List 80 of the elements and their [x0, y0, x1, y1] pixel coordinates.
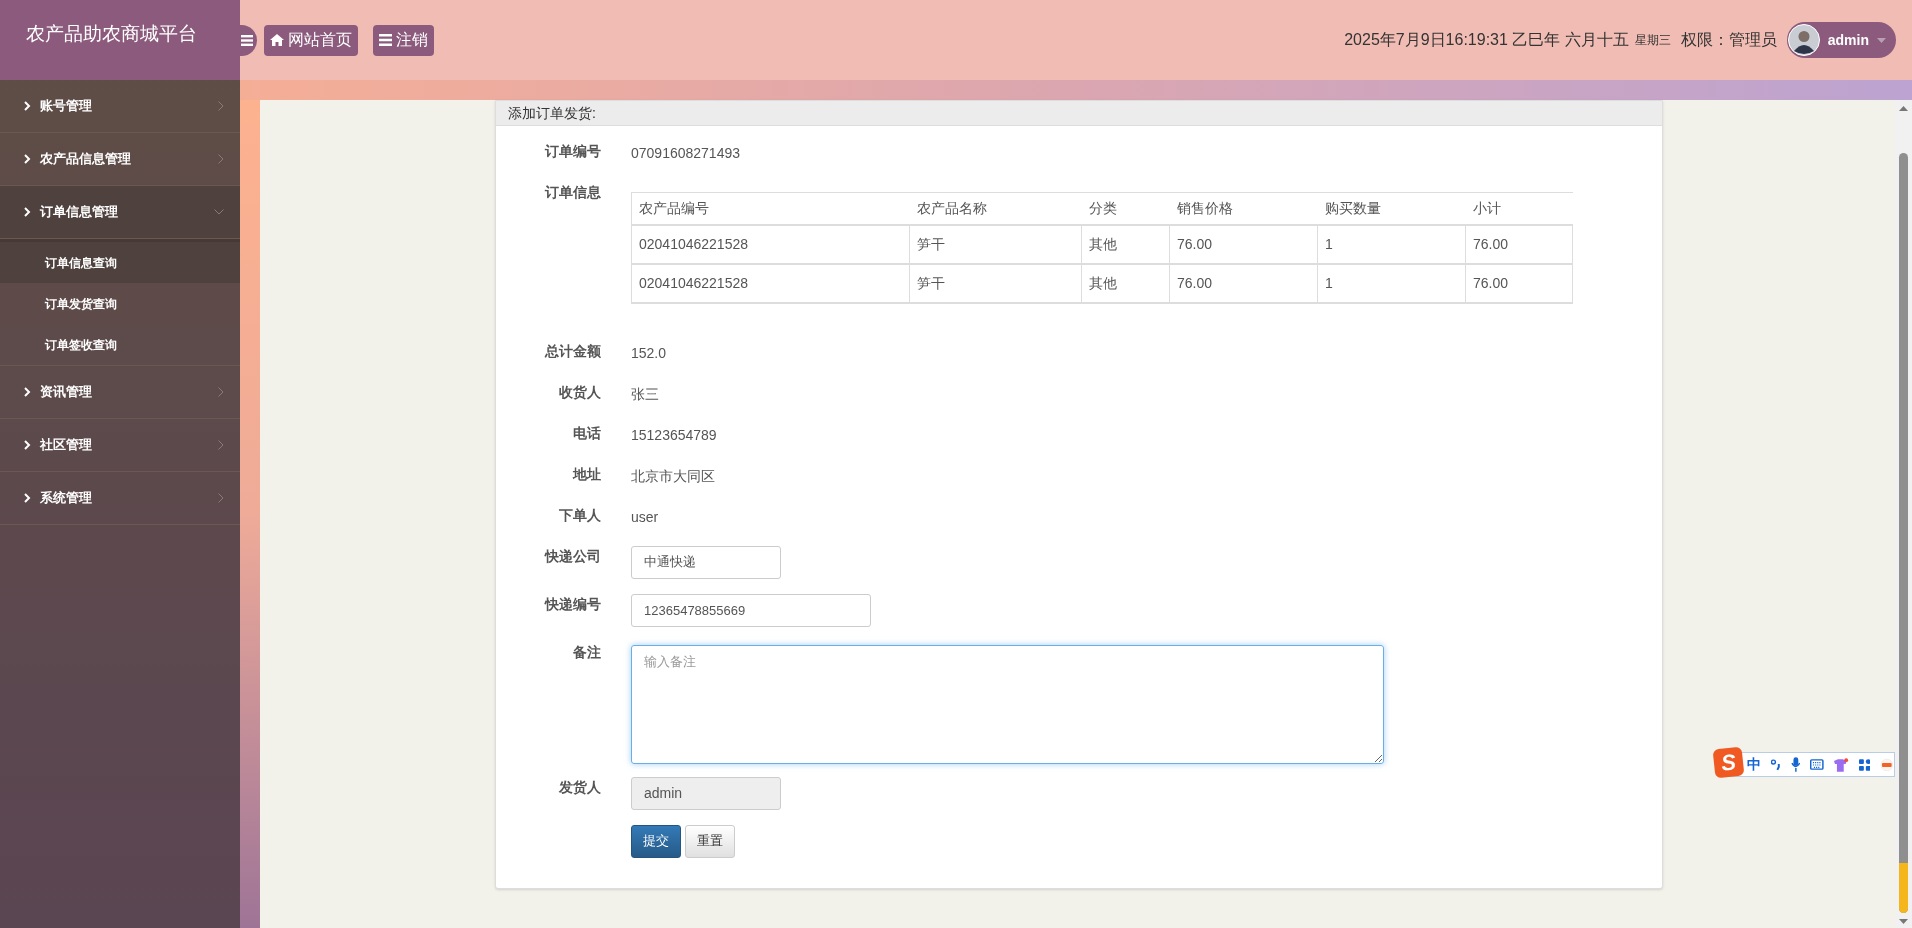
chevron-right-icon [218, 493, 224, 503]
field-value: user [631, 508, 659, 525]
table-cell: 其他 [1081, 263, 1170, 303]
field-label: 总计金额 [545, 341, 601, 361]
avatar-icon [1787, 24, 1820, 56]
remarks-textarea[interactable]: 输入备注 [631, 644, 1384, 764]
scrollbar-thumb[interactable] [1899, 153, 1908, 913]
mascot-icon[interactable] [1880, 758, 1894, 771]
column-header: 购买数量 [1317, 192, 1466, 225]
field-value: 07091608271493 [631, 145, 740, 161]
field-label: 地址 [573, 464, 601, 484]
table-cell: 76.00 [1465, 263, 1573, 303]
ime-mode-toggle[interactable]: 中 [1747, 754, 1761, 775]
field-label: 发货人 [559, 777, 601, 797]
table-cell: 02041046221528 [631, 263, 910, 303]
logout-button[interactable]: 注销 [373, 24, 434, 56]
sidebar-brand: 农产品助农商城平台 [0, 0, 240, 80]
column-header: 农产品编号 [631, 192, 910, 225]
input-field[interactable]: 12365478855669 [631, 593, 871, 627]
table-cell: 02041046221528 [631, 224, 910, 264]
microphone-icon[interactable] [1790, 757, 1801, 772]
field-label: 订单信息 [545, 183, 601, 202]
role-text: 权限：管理员 [1680, 30, 1777, 50]
weekday-text: 星期三 [1634, 32, 1671, 49]
field-value: 北京市大同区 [631, 467, 715, 484]
datetime-text: 2025年7月9日16:19:31 乙巳年 六月十五 [1344, 30, 1629, 50]
table-cell: 76.00 [1169, 263, 1318, 303]
submit-button[interactable]: 提交 [631, 824, 681, 858]
panel-heading: 添加订单发货: [496, 101, 1662, 126]
scroll-down-icon[interactable] [1899, 919, 1908, 924]
chevron-right-icon [24, 154, 31, 164]
table-cell: 笋干 [909, 263, 1082, 303]
field-label: 收货人 [559, 382, 601, 402]
field-label: 电话 [573, 423, 601, 443]
column-header: 销售价格 [1169, 192, 1318, 225]
field-value: 张三 [631, 385, 659, 402]
sidebar-subitem[interactable]: 订单信息查询 [0, 242, 240, 283]
user-menu-button[interactable]: admin [1786, 22, 1896, 58]
chevron-right-icon [218, 440, 224, 450]
table-cell: 1 [1317, 224, 1466, 264]
chevron-right-icon [218, 154, 224, 164]
list-icon [379, 34, 392, 46]
table-cell: 76.00 [1169, 224, 1318, 264]
chevron-right-icon [24, 440, 31, 450]
chevron-right-icon [218, 101, 224, 111]
field-label: 订单编号 [545, 142, 601, 161]
keyboard-icon[interactable] [1810, 759, 1825, 770]
home-icon [270, 34, 284, 46]
input-field[interactable]: 中通快递 [631, 545, 781, 579]
reset-button[interactable]: 重置 [685, 824, 735, 858]
field-label: 备注 [573, 642, 601, 662]
sidebar-subitem[interactable]: 订单发货查询 [0, 283, 240, 324]
chevron-right-icon [24, 207, 31, 217]
table-cell: 其他 [1081, 224, 1170, 264]
punctuation-icon[interactable] [1771, 758, 1781, 771]
table-cell: 笋干 [909, 224, 1082, 264]
menu-toggle-button[interactable] [239, 24, 257, 56]
sidebar-item[interactable]: 订单信息管理 [0, 186, 240, 239]
scroll-up-icon[interactable] [1899, 106, 1908, 111]
table-cell: 76.00 [1465, 224, 1573, 264]
column-header: 农产品名称 [909, 192, 1082, 225]
column-header: 分类 [1081, 192, 1170, 225]
field-value: 15123654789 [631, 426, 717, 443]
field-value: 152.0 [631, 344, 667, 361]
chevron-right-icon [218, 387, 224, 397]
chevron-right-icon [24, 493, 31, 503]
sidebar-subitem[interactable]: 订单签收查询 [0, 324, 240, 365]
field-label: 下单人 [559, 505, 601, 525]
shirt-icon[interactable] [1834, 757, 1849, 772]
caret-icon [1877, 37, 1886, 43]
chevron-right-icon [24, 387, 31, 397]
field-label: 快递公司 [545, 546, 601, 566]
column-header: 小计 [1465, 192, 1573, 225]
chevron-down-icon [214, 209, 224, 215]
table-cell: 1 [1317, 263, 1466, 303]
field-label: 快递编号 [545, 594, 601, 614]
menu-icon [241, 34, 253, 46]
chevron-right-icon [24, 101, 31, 111]
home-button[interactable]: 网站首页 [264, 24, 358, 56]
grid-icon[interactable] [1858, 758, 1871, 771]
